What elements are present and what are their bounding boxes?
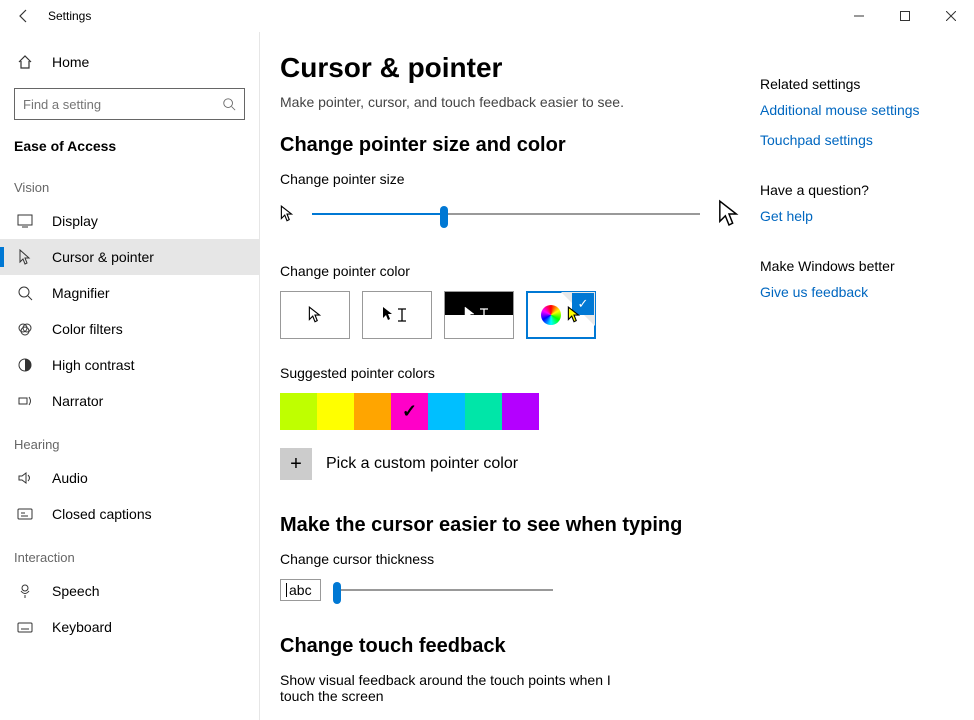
back-button[interactable] [0, 0, 48, 32]
nav-item-label: Keyboard [52, 619, 112, 635]
cursor-thickness-label: Change cursor thickness [280, 551, 740, 567]
sidebar-item-display[interactable]: Display [0, 203, 259, 239]
search-icon [222, 97, 236, 111]
related-heading: Related settings [760, 76, 974, 92]
pointer-color-options: ✓ [280, 291, 740, 339]
home-label: Home [52, 54, 89, 70]
sidebar: Home Ease of Access Vision Display Cursor … [0, 32, 260, 720]
home-nav[interactable]: Home [0, 44, 259, 80]
cursor-icon [16, 249, 34, 265]
nav-item-label: Cursor & pointer [52, 249, 154, 265]
pointer-size-section-heading: Change pointer size and color [280, 134, 740, 157]
speech-icon [16, 583, 34, 599]
sidebar-item-cursor-pointer[interactable]: Cursor & pointer [0, 239, 259, 275]
pointer-size-label: Change pointer size [280, 171, 740, 187]
suggested-color-6[interactable] [502, 393, 539, 430]
link-additional-mouse[interactable]: Additional mouse settings [760, 102, 974, 118]
app-title: Settings [48, 9, 91, 23]
nav-group-title: Interaction [0, 532, 259, 573]
sidebar-item-keyboard[interactable]: Keyboard [0, 609, 259, 645]
colorfilters-icon [16, 321, 34, 337]
page-title: Cursor & pointer [280, 52, 740, 84]
page-description: Make pointer, cursor, and touch feedback… [280, 94, 740, 110]
link-get-help[interactable]: Get help [760, 208, 974, 224]
pointer-color-inverted[interactable] [444, 291, 514, 339]
minimize-button[interactable] [836, 0, 882, 32]
sidebar-item-audio[interactable]: Audio [0, 460, 259, 496]
touch-toggle-label: Show visual feedback around the touch po… [280, 672, 640, 704]
sidebar-item-speech[interactable]: Speech [0, 573, 259, 609]
sidebar-item-color-filters[interactable]: Color filters [0, 311, 259, 347]
nav-item-label: Narrator [52, 393, 103, 409]
nav-item-label: Closed captions [52, 506, 152, 522]
title-bar: Settings [0, 0, 974, 32]
nav-group-title: Vision [0, 162, 259, 203]
nav-item-label: High contrast [52, 357, 134, 373]
nav-item-label: Magnifier [52, 285, 110, 301]
home-icon [16, 54, 34, 70]
suggested-color-3[interactable] [391, 393, 428, 430]
question-heading: Have a question? [760, 182, 974, 198]
touch-section-heading: Change touch feedback [280, 635, 740, 658]
search-input[interactable] [23, 97, 222, 112]
captions-icon [16, 506, 34, 522]
thickness-preview: abc [280, 579, 321, 601]
magnifier-icon [16, 285, 34, 301]
suggested-color-2[interactable] [354, 393, 391, 430]
big-cursor-icon [718, 199, 740, 229]
sidebar-item-narrator[interactable]: Narrator [0, 383, 259, 419]
pointer-color-label: Change pointer color [280, 263, 740, 279]
audio-icon [16, 470, 34, 486]
narrator-icon [16, 393, 34, 409]
suggested-color-0[interactable] [280, 393, 317, 430]
nav-item-label: Color filters [52, 321, 123, 337]
main-content: Cursor & pointer Make pointer, cursor, a… [260, 32, 974, 720]
nav-group-title: Hearing [0, 419, 259, 460]
pointer-color-black[interactable] [362, 291, 432, 339]
keyboard-icon [16, 619, 34, 635]
link-feedback[interactable]: Give us feedback [760, 284, 974, 300]
cursor-section-heading: Make the cursor easier to see when typin… [280, 514, 740, 537]
pointer-color-custom[interactable]: ✓ [526, 291, 596, 339]
suggested-color-4[interactable] [428, 393, 465, 430]
sidebar-item-closed-captions[interactable]: Closed captions [0, 496, 259, 532]
pointer-size-slider[interactable] [312, 204, 700, 224]
contrast-icon [16, 357, 34, 373]
suggested-color-1[interactable] [317, 393, 354, 430]
right-column: Related settings Additional mouse settin… [740, 52, 974, 720]
suggested-colors-row [280, 393, 740, 430]
nav-item-label: Speech [52, 583, 99, 599]
pointer-color-white[interactable] [280, 291, 350, 339]
close-button[interactable] [928, 0, 974, 32]
search-box[interactable] [14, 88, 245, 120]
feedback-heading: Make Windows better [760, 258, 974, 274]
custom-color-label: Pick a custom pointer color [326, 455, 518, 473]
nav-item-label: Display [52, 213, 98, 229]
suggested-colors-label: Suggested pointer colors [280, 365, 740, 381]
link-touchpad[interactable]: Touchpad settings [760, 132, 974, 148]
sidebar-item-high-contrast[interactable]: High contrast [0, 347, 259, 383]
color-wheel-icon [541, 305, 561, 325]
maximize-button[interactable] [882, 0, 928, 32]
sidebar-item-magnifier[interactable]: Magnifier [0, 275, 259, 311]
plus-icon: + [280, 448, 312, 480]
small-cursor-icon [280, 205, 294, 223]
cursor-thickness-slider[interactable] [333, 580, 553, 600]
category-title: Ease of Access [0, 126, 259, 162]
custom-color-row[interactable]: + Pick a custom pointer color [280, 448, 740, 480]
display-icon [16, 213, 34, 229]
nav-item-label: Audio [52, 470, 88, 486]
suggested-color-5[interactable] [465, 393, 502, 430]
